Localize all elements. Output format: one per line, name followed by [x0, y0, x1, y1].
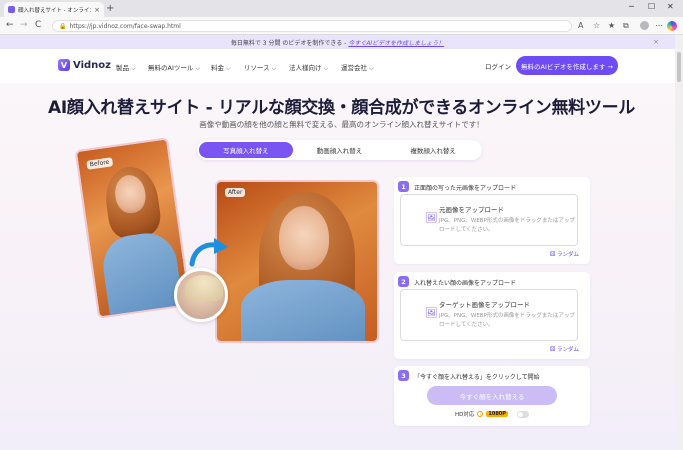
favorites-icon[interactable]: ★ — [608, 21, 615, 30]
create-video-button[interactable]: 無料のAIビデオを作成します → — [516, 56, 618, 75]
page-subtitle: 画像や動画の顔を他の顔と無料で変える、最高のオンライン顔入れ替えサイトです！ — [199, 120, 484, 129]
swap-arrow-icon — [189, 238, 228, 267]
more-menu-icon[interactable]: ⋯ — [655, 21, 663, 30]
scrollbar-thumb[interactable] — [677, 52, 681, 82]
promo-link[interactable]: 今すぐAIビデオを作成しましょう！ — [348, 38, 444, 47]
maximize-button[interactable]: ☐ — [648, 2, 655, 11]
tab-close-icon[interactable]: × — [94, 6, 100, 14]
image-upload-icon: 🖼 — [425, 213, 438, 224]
favorite-star-icon[interactable]: ☆ — [593, 21, 600, 30]
dice-icon: ⚄ — [550, 346, 556, 353]
page-scrollbar[interactable] — [675, 35, 683, 450]
random-source-button[interactable]: ⚄ ランダム — [550, 250, 579, 258]
hd-option-row: HD対応 i 1080P — [455, 410, 529, 418]
tab-title: 顔入れ替えサイト - オンラインで無料に — [18, 7, 91, 14]
nav-label: リソース — [244, 64, 270, 72]
read-aloud-icon[interactable]: A — [578, 21, 583, 30]
promo-text: 毎日無料で 3 分間 のビデオを制作できる - — [230, 39, 347, 47]
step-title: 正面顔の写った元画像をアップロード — [414, 185, 517, 192]
browser-tab-bar: 顔入れ替えサイト - オンラインで無料に × + ─ ☐ ✕ — [0, 0, 683, 17]
chevron-down-icon: ⌵ — [226, 65, 231, 72]
mode-tabs: 写真顔入れ替え 動画顔入れ替え 複数顔入れ替え — [197, 140, 482, 160]
upload-label: ターゲット画像をアップロード — [439, 301, 530, 309]
random-target-button[interactable]: ⚄ ランダム — [550, 345, 579, 353]
collections-icon[interactable]: ⧉ — [623, 21, 629, 31]
hd-toggle[interactable] — [516, 410, 529, 418]
swap-now-button[interactable]: 今すぐ顔を入れ替える — [427, 386, 557, 405]
step-1-card: 1 正面顔の写った元画像をアップロード 🖼 元画像をアップロード JPG、PNG… — [394, 177, 590, 264]
tab-video-swap[interactable]: 動画顔入れ替え — [293, 142, 387, 158]
promo-banner: 毎日無料で 3 分間 のビデオを制作できる - 今すぐAIビデオを作成しましょう… — [0, 35, 675, 49]
chevron-down-icon: ⌵ — [131, 65, 136, 72]
nav-free-ai-tools[interactable]: 無料のAIツール ⌵ — [148, 62, 200, 73]
source-face-image — [174, 268, 228, 322]
nav-products[interactable]: 製品 ⌵ — [116, 62, 136, 73]
step-number: 3 — [398, 370, 409, 381]
hd-badge: 1080P — [486, 411, 508, 417]
random-label: ランダム — [556, 347, 579, 353]
page-content: 毎日無料で 3 分間 のビデオを制作できる - 今すぐAIビデオを作成しましょう… — [0, 35, 675, 450]
step-number: 1 — [398, 181, 409, 192]
shirt-shape — [241, 280, 365, 341]
minimize-button[interactable]: ─ — [629, 2, 634, 11]
url-field[interactable]: 🔒 https://jp.vidnoz.com/face-swap.html — [52, 20, 572, 32]
tab-multi-swap[interactable]: 複数顔入れ替え — [386, 142, 480, 158]
lock-icon: 🔒 — [59, 22, 67, 30]
shirt-shape — [99, 229, 184, 319]
upload-label: 元画像をアップロード — [439, 206, 504, 214]
browser-tab[interactable]: 顔入れ替えサイト - オンラインで無料に × — [4, 2, 104, 17]
page-title: AI顔入れ替えサイト - リアルな顔交換・顔合成ができるオンライン無料ツール — [48, 98, 635, 118]
profile-avatar[interactable] — [640, 21, 649, 30]
logo-mark-icon: V — [58, 59, 70, 71]
copilot-icon[interactable] — [667, 21, 677, 31]
nav-business[interactable]: 法人様向け ⌵ — [289, 62, 328, 73]
nav-label: 料金 — [211, 64, 224, 72]
step-title: 入れ替えたい顔の画像をアップロード — [414, 280, 517, 287]
step-number: 2 — [398, 276, 409, 287]
chevron-down-icon: ⌵ — [369, 65, 374, 72]
nav-resources[interactable]: リソース ⌵ — [244, 62, 276, 73]
vidnoz-logo[interactable]: V Vidnoz — [58, 59, 111, 71]
chevron-down-icon: ⌵ — [195, 65, 201, 72]
hair-shape — [185, 275, 223, 301]
address-bar-row: ← → C 🔒 https://jp.vidnoz.com/face-swap.… — [0, 17, 683, 35]
logo-text: Vidnoz — [73, 59, 111, 71]
nav-label: 製品 — [116, 64, 129, 72]
image-upload-icon: 🖼 — [425, 308, 438, 319]
hd-label: HD対応 — [455, 412, 475, 418]
after-image: After — [215, 180, 379, 343]
login-link[interactable]: ログイン — [485, 61, 511, 71]
forward-button[interactable]: → — [20, 20, 28, 30]
before-label: Before — [86, 157, 113, 170]
new-tab-button[interactable]: + — [106, 3, 114, 14]
face-shape — [279, 206, 329, 270]
step-2-card: 2 入れ替えたい顔の画像をアップロード 🖼 ターゲット画像をアップロード JPG… — [394, 272, 590, 359]
nav-label: 法人様向け — [289, 64, 322, 72]
nav-company[interactable]: 運営会社 ⌵ — [341, 62, 374, 73]
back-button[interactable]: ← — [6, 20, 14, 30]
chevron-down-icon: ⌵ — [271, 65, 277, 72]
step-title: 「今すぐ顔を入れ替える」をクリックして開始 — [414, 374, 540, 381]
step-3-card: 3 「今すぐ顔を入れ替える」をクリックして開始 今すぐ顔を入れ替える HD対応 … — [394, 366, 590, 426]
chevron-down-icon: ⌵ — [323, 65, 329, 72]
nav-label: 運営会社 — [341, 64, 367, 72]
nav-label: 無料のAIツール — [148, 64, 194, 72]
favicon-icon — [8, 6, 15, 13]
window-close-button[interactable]: ✕ — [667, 2, 674, 11]
promo-close-icon[interactable]: × — [653, 38, 659, 46]
nav-pricing[interactable]: 料金 ⌵ — [211, 62, 231, 73]
upload-hint: JPG、PNG、WEBP形式の画像をドラッグまたはアップロードしてください。 — [439, 313, 575, 328]
reload-button[interactable]: C — [35, 20, 41, 30]
url-text: https://jp.vidnoz.com/face-swap.html — [69, 22, 181, 30]
site-header: V Vidnoz 製品 ⌵ 無料のAIツール ⌵ 料金 ⌵ リソース ⌵ 法人様… — [0, 49, 675, 83]
source-upload-area[interactable]: 🖼 元画像をアップロード JPG、PNG、WEBP形式の画像をドラッグまたはアッ… — [400, 194, 578, 246]
dice-icon: ⚄ — [550, 251, 556, 258]
tab-photo-swap[interactable]: 写真顔入れ替え — [199, 142, 293, 158]
target-upload-area[interactable]: 🖼 ターゲット画像をアップロード JPG、PNG、WEBP形式の画像をドラッグま… — [400, 289, 578, 341]
info-icon[interactable]: i — [477, 411, 484, 417]
after-label: After — [225, 188, 246, 197]
random-label: ランダム — [556, 252, 579, 258]
upload-hint: JPG、PNG、WEBP形式の画像をドラッグまたはアップロードしてください。 — [439, 218, 575, 233]
